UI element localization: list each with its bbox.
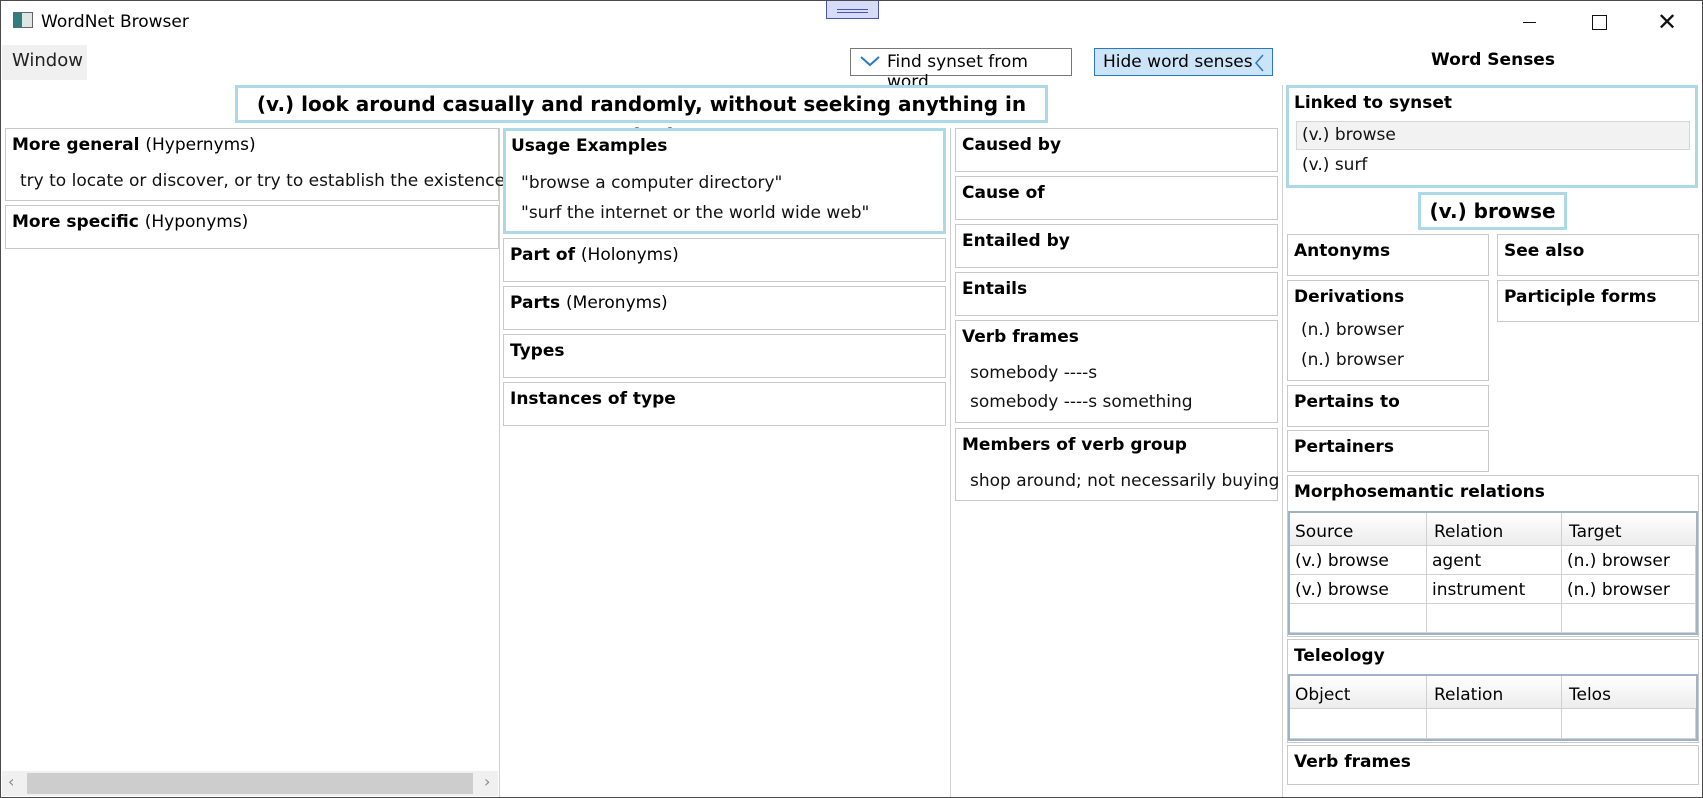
minimize-button[interactable] [1506, 0, 1552, 44]
table-cell[interactable]: agent [1432, 551, 1481, 571]
meronyms-sub: (Meronyms) [566, 293, 668, 313]
column-divider[interactable] [1282, 85, 1283, 798]
menu-window[interactable]: Window [2, 45, 87, 80]
morphosemantic-grid[interactable]: Source Relation Target (v.) browse agent… [1288, 511, 1698, 635]
instances-panel: Instances of type [503, 382, 946, 426]
morphosemantic-label: Morphosemantic relations [1294, 482, 1545, 502]
entails-panel: Entails [955, 272, 1278, 316]
maximize-button[interactable] [1575, 0, 1621, 44]
meronyms-label: Parts [510, 293, 561, 313]
entailed-by-label: Entailed by [962, 231, 1070, 251]
table-cell[interactable]: (n.) browser [1567, 551, 1670, 571]
column-header-relation[interactable]: Relation [1434, 685, 1503, 705]
app-icon [13, 12, 33, 28]
pertainers-label: Pertainers [1294, 437, 1394, 457]
list-item[interactable]: "browse a computer directory" [521, 173, 782, 193]
hypernyms-sub: (Hypernyms) [145, 135, 256, 155]
holonyms-sub: (Holonyms) [580, 245, 679, 265]
table-cell[interactable]: instrument [1432, 580, 1525, 600]
types-label: Types [510, 341, 565, 361]
window-title: WordNet Browser [41, 12, 189, 32]
hyponyms-panel: More specific (Hyponyms) [5, 205, 499, 249]
list-item[interactable]: (n.) browser [1301, 350, 1404, 370]
verb-group-label: Members of verb group [962, 435, 1187, 455]
linked-item[interactable]: (v.) surf [1302, 155, 1367, 175]
participle-forms-panel: Participle forms [1497, 280, 1699, 322]
holonyms-panel: Part of (Holonyms) [503, 238, 946, 282]
caused-by-label: Caused by [962, 135, 1062, 155]
table-cell[interactable]: (n.) browser [1567, 580, 1670, 600]
types-panel: Types [503, 334, 946, 378]
participle-forms-label: Participle forms [1504, 287, 1657, 307]
hyponyms-label: More specific [12, 212, 139, 232]
list-item[interactable]: try to locate or discover, or try to est… [20, 171, 527, 191]
pertainers-panel: Pertainers [1287, 430, 1489, 472]
antonyms-label: Antonyms [1294, 241, 1391, 261]
scrollbar-thumb[interactable] [27, 773, 473, 794]
column-header-target[interactable]: Target [1569, 522, 1622, 542]
cause-of-label: Cause of [962, 183, 1045, 203]
antonyms-panel: Antonyms [1287, 234, 1489, 276]
chevron-down-icon [860, 56, 880, 67]
caused-by-panel: Caused by [955, 128, 1278, 172]
sense-header: (v.) browse [1418, 192, 1567, 230]
maximize-icon [1592, 15, 1607, 30]
usage-examples-label: Usage Examples [511, 136, 668, 156]
close-button[interactable]: ✕ [1645, 0, 1691, 44]
scroll-left-icon[interactable]: ‹ [8, 772, 14, 791]
find-synset-button[interactable]: Find synset from word [850, 48, 1072, 92]
list-item[interactable]: (n.) browser [1301, 320, 1404, 340]
cause-of-panel: Cause of [955, 176, 1278, 220]
close-icon: ✕ [1657, 8, 1678, 36]
meronyms-panel: Parts (Meronyms) [503, 286, 946, 330]
teleology-grid[interactable]: Object Relation Telos [1288, 674, 1698, 741]
holonyms-label: Part of [510, 245, 575, 265]
column-header-telos[interactable]: Telos [1569, 685, 1611, 705]
pertains-to-panel: Pertains to [1287, 385, 1489, 427]
hide-word-senses-label: Hide word senses [1103, 52, 1253, 72]
hide-word-senses-button[interactable]: Hide word senses [1094, 48, 1273, 76]
linked-item[interactable]: (v.) browse [1302, 125, 1396, 145]
sense-verb-frames-panel: Verb frames [1287, 745, 1699, 785]
hypernyms-label: More general [12, 135, 140, 155]
see-also-panel: See also [1497, 234, 1699, 276]
usage-examples-panel: Usage Examples "browse a computer direct… [503, 128, 946, 234]
word-senses-title: Word Senses [1431, 50, 1555, 70]
see-also-label: See also [1504, 241, 1585, 261]
hypernyms-panel: More general (Hypernyms) try to locate o… [5, 128, 527, 201]
verb-group-panel: Members of verb group shop around; not n… [955, 428, 1279, 501]
column-header-relation[interactable]: Relation [1434, 522, 1503, 542]
list-item[interactable]: shop around; not necessarily buying [970, 471, 1279, 491]
sense-verb-frames-label: Verb frames [1294, 752, 1411, 772]
list-item[interactable]: somebody ----s something [970, 392, 1193, 412]
menu-window-label: Window [12, 50, 83, 71]
entailed-by-panel: Entailed by [955, 224, 1278, 268]
instances-label: Instances of type [510, 389, 676, 409]
linked-to-synset-label: Linked to synset [1294, 93, 1453, 113]
table-cell[interactable]: (v.) browse [1295, 580, 1389, 600]
list-item[interactable]: somebody ----s [970, 363, 1097, 383]
column-header-object[interactable]: Object [1295, 685, 1350, 705]
verb-frames-label: Verb frames [962, 327, 1079, 347]
hyponyms-sub: (Hyponyms) [144, 212, 249, 232]
column-divider[interactable] [499, 128, 500, 798]
scroll-right-icon[interactable]: › [484, 772, 490, 791]
drag-handle[interactable] [826, 0, 879, 19]
derivations-panel: Derivations (n.) browser (n.) browser [1287, 280, 1489, 381]
chevron-left-icon [1255, 54, 1264, 72]
list-item[interactable]: "surf the internet or the world wide web… [521, 203, 869, 223]
entails-label: Entails [962, 279, 1028, 299]
column-divider[interactable] [950, 128, 951, 798]
minimize-icon [1523, 22, 1536, 23]
teleology-label: Teleology [1294, 646, 1385, 666]
derivations-label: Derivations [1294, 287, 1405, 307]
horizontal-scrollbar[interactable]: ‹ › [2, 771, 498, 796]
verb-frames-panel: Verb frames somebody ----s somebody ----… [955, 320, 1278, 423]
synset-header: (v.) look around casually and randomly, … [235, 85, 1048, 148]
column-header-source[interactable]: Source [1295, 522, 1353, 542]
pertains-to-label: Pertains to [1294, 392, 1400, 412]
table-cell[interactable]: (v.) browse [1295, 551, 1389, 571]
